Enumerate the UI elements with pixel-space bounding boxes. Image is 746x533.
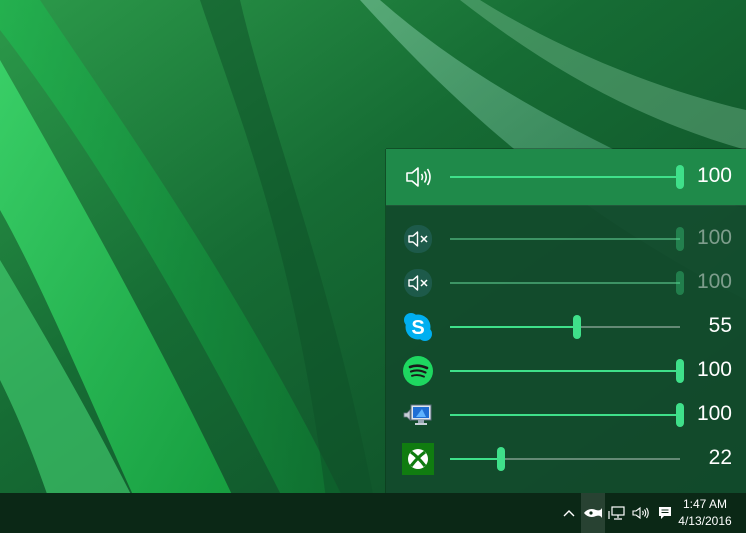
app-volume-row: 100 xyxy=(386,393,746,437)
app-volume-fill xyxy=(450,370,680,372)
app-volume-value: 55 xyxy=(708,314,732,337)
app-volume-slider[interactable] xyxy=(450,227,684,251)
clock-date: 4/13/2016 xyxy=(678,514,732,528)
taskbar: 1:47 AM 4/13/2016 xyxy=(0,493,746,533)
app-volume-value: 100 xyxy=(696,358,732,381)
master-volume-fill xyxy=(450,176,680,178)
app-volume-row: 100 xyxy=(386,217,746,261)
app-volume-slider[interactable] xyxy=(450,271,684,295)
svg-text:S: S xyxy=(411,317,424,339)
app-volume-value: 100 xyxy=(696,270,732,293)
app-volume-value: 100 xyxy=(696,402,732,425)
app-volume-slider[interactable] xyxy=(450,359,684,383)
flyout-separator xyxy=(386,205,746,206)
app-volume-thumb[interactable] xyxy=(572,315,581,339)
app-volume-thumb[interactable] xyxy=(496,447,505,471)
action-center-icon xyxy=(659,507,671,519)
skype-icon[interactable]: S xyxy=(402,311,434,343)
ear-trumpet-icon xyxy=(584,508,602,518)
muted-speaker-icon[interactable] xyxy=(402,267,434,299)
muted-speaker-icon[interactable] xyxy=(402,223,434,255)
app-volume-row: 100 xyxy=(386,349,746,393)
volume-icon xyxy=(632,506,649,520)
spotify-icon[interactable] xyxy=(402,355,434,387)
app-volume-fill xyxy=(450,414,680,416)
action-center-button[interactable] xyxy=(654,493,676,533)
app-volume-fill xyxy=(450,282,680,284)
show-hidden-icons-button[interactable] xyxy=(558,493,580,533)
app-volume-value: 100 xyxy=(696,226,732,249)
volume-flyout: 100 100 100 S 55 100 100 22 xyxy=(386,149,746,493)
app-volume-row: 22 xyxy=(386,437,746,481)
app-volume-row: 100 xyxy=(386,261,746,305)
network-icon xyxy=(608,506,625,520)
app-volume-slider[interactable] xyxy=(450,315,680,339)
volume-tray-button[interactable] xyxy=(629,493,653,533)
xbox-icon[interactable] xyxy=(402,443,434,475)
app-volume-fill xyxy=(450,238,680,240)
master-volume-slider[interactable] xyxy=(450,165,684,189)
app-volume-value: 22 xyxy=(708,446,732,469)
app-volume-slider[interactable] xyxy=(450,403,684,427)
app-volume-row: S 55 xyxy=(386,305,746,349)
network-tray-button[interactable] xyxy=(606,493,628,533)
app-volume-fill xyxy=(450,458,501,460)
speaker-icon[interactable] xyxy=(402,161,434,193)
chevron-up-icon xyxy=(563,510,575,517)
app-volume-slider[interactable] xyxy=(450,447,680,471)
clock-time: 1:47 AM xyxy=(682,497,728,511)
app-volume-fill xyxy=(450,326,577,328)
master-volume-control: 100 xyxy=(386,155,746,199)
clock[interactable]: 1:47 AM 4/13/2016 xyxy=(674,496,736,530)
ear-trumpet-tray-button[interactable] xyxy=(581,493,605,533)
system-sounds-icon[interactable] xyxy=(402,399,434,431)
master-volume-row: 100 xyxy=(386,149,746,205)
master-volume-value: 100 xyxy=(696,164,732,187)
